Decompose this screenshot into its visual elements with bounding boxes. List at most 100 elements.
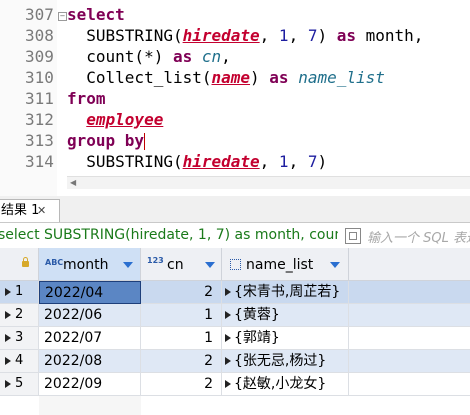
empty-cell	[349, 327, 470, 350]
row-number-cell[interactable]: 5	[0, 373, 39, 396]
code-text[interactable]: group by	[67, 130, 146, 151]
tab-result-1[interactable]: 结果 1 ✕	[0, 199, 60, 222]
code-text[interactable]: from	[67, 88, 106, 109]
scroll-left-arrow-icon[interactable]: ◀	[70, 178, 76, 187]
cell-month[interactable]: 2022/08	[39, 350, 141, 373]
row-number-cell[interactable]: 1	[0, 281, 39, 304]
code-text[interactable]: count(*) as cn,	[67, 46, 231, 67]
cell-cn[interactable]: 2	[141, 281, 222, 304]
code-line[interactable]: 310 Collect_list(name) as name_list	[0, 67, 470, 88]
close-tab-icon[interactable]: ✕	[37, 200, 46, 222]
column-label: month	[63, 257, 109, 273]
column-header-month[interactable]: ABC month	[39, 248, 141, 281]
row-pointer-icon	[5, 287, 11, 296]
code-text[interactable]: SUBSTRING(hiredate, 1, 7)	[67, 151, 327, 172]
code-token: select	[67, 5, 125, 24]
expand-collection-icon[interactable]	[225, 311, 231, 319]
cell-cn[interactable]: 1	[141, 327, 222, 350]
sql-editor[interactable]: − 307 select 308 SUBSTRING(hiredate, 1, 7)…	[0, 0, 470, 196]
row-number-cell[interactable]: 2	[0, 304, 39, 327]
code-token: )	[317, 26, 337, 45]
row-number-header	[0, 248, 39, 281]
table-row[interactable]: 1 2022/04 2 {宋青书,周芷若}	[0, 281, 470, 304]
code-line[interactable]: 312 employee	[0, 109, 470, 130]
code-token: ,	[288, 26, 308, 45]
cell-name-list[interactable]: {宋青书,周芷若}	[222, 281, 349, 304]
cell-cn[interactable]: 1	[141, 304, 222, 327]
code-line[interactable]: 307 select	[0, 4, 470, 25]
code-token: as	[269, 68, 289, 87]
cell-name-list[interactable]: {赵敏,小龙女}	[222, 373, 349, 396]
sort-dropdown-icon[interactable]	[123, 262, 133, 268]
editor-horizontal-scrollbar[interactable]	[67, 176, 470, 189]
cell-name-list[interactable]: {黄蓉}	[222, 304, 349, 327]
expression-filter-icon[interactable]	[345, 228, 361, 244]
cell-name-list[interactable]: {郭靖}	[222, 327, 349, 350]
row-pointer-icon	[5, 333, 11, 342]
expand-collection-icon[interactable]	[225, 334, 231, 342]
code-line[interactable]: 313 group by	[0, 130, 470, 151]
code-token: name	[211, 68, 251, 87]
line-number: 309	[25, 47, 54, 66]
code-line[interactable]: 311 from	[0, 88, 470, 109]
cell-month[interactable]: 2022/07	[39, 327, 141, 350]
table-row[interactable]: 5 2022/09 2 {赵敏,小龙女}	[0, 373, 470, 396]
code-token: hiredate	[182, 152, 260, 171]
code-text[interactable]: Collect_list(name) as name_list	[67, 67, 385, 88]
code-token: ,	[259, 26, 279, 45]
expand-collection-icon[interactable]	[225, 357, 231, 365]
row-number: 4	[15, 353, 24, 368]
line-number: 310	[25, 68, 54, 87]
code-text[interactable]: employee	[67, 109, 163, 130]
name-list-value: {宋青书,周芷若}	[234, 284, 341, 300]
column-label: name_list	[246, 257, 314, 273]
row-number-cell[interactable]: 3	[0, 327, 39, 350]
code-text[interactable]: SUBSTRING(hiredate, 1, 7) as month,	[67, 25, 423, 46]
code-line[interactable]: 309 count(*) as cn,	[0, 46, 470, 67]
code-token: as	[172, 47, 193, 66]
table-row[interactable]: 3 2022/07 1 {郭靖}	[0, 327, 470, 350]
code-token: ,	[259, 152, 279, 171]
code-token: Collect_list(	[67, 68, 212, 87]
code-token: 1	[278, 152, 289, 171]
row-pointer-icon	[5, 310, 11, 319]
row-pointer-icon	[5, 356, 11, 365]
table-row[interactable]: 2 2022/06 1 {黄蓉}	[0, 304, 470, 327]
column-header-cn[interactable]: 123 cn	[141, 248, 222, 281]
code-token: as	[336, 26, 356, 45]
code-token: hiredate	[182, 26, 260, 45]
sort-dropdown-icon[interactable]	[205, 262, 215, 268]
empty-grid-area	[39, 396, 141, 415]
cell-cn[interactable]: 2	[141, 373, 222, 396]
empty-grid-area	[141, 396, 470, 415]
code-token: ,	[221, 47, 231, 66]
sort-dropdown-icon[interactable]	[330, 262, 340, 268]
row-number-cell[interactable]: 4	[0, 350, 39, 373]
cell-cn[interactable]: 2	[141, 350, 222, 373]
empty-cell	[349, 281, 470, 304]
code-token: ,	[288, 152, 308, 171]
number-type-icon: 123	[147, 256, 164, 265]
code-line[interactable]: 314 SUBSTRING(hiredate, 1, 7)	[0, 151, 470, 172]
cell-month[interactable]: 2022/06	[39, 304, 141, 327]
collection-type-icon	[230, 259, 241, 270]
cell-month[interactable]: 2022/04	[39, 281, 141, 304]
code-token: group by	[67, 131, 145, 150]
filter-input[interactable]: 输入一个 SQL 表达式来过滤结果	[367, 227, 470, 246]
expand-collection-icon[interactable]	[225, 380, 231, 388]
name-list-value: {黄蓉}	[234, 307, 280, 323]
empty-cell	[349, 350, 470, 373]
name-list-value: {张无忌,杨过}	[234, 353, 327, 369]
empty-cell	[349, 304, 470, 327]
results-tab-bar: 结果 1 ✕	[0, 196, 470, 223]
code-line[interactable]: 308 SUBSTRING(hiredate, 1, 7) as month,	[0, 25, 470, 46]
table-row[interactable]: 4 2022/08 2 {张无忌,杨过}	[0, 350, 470, 373]
text-cursor	[144, 133, 146, 150]
column-header-name-list[interactable]: name_list	[222, 248, 349, 281]
cell-month[interactable]: 2022/09	[39, 373, 141, 396]
cell-name-list[interactable]: {张无忌,杨过}	[222, 350, 349, 373]
code-text[interactable]: select	[67, 4, 125, 25]
expand-collection-icon[interactable]	[225, 288, 231, 296]
